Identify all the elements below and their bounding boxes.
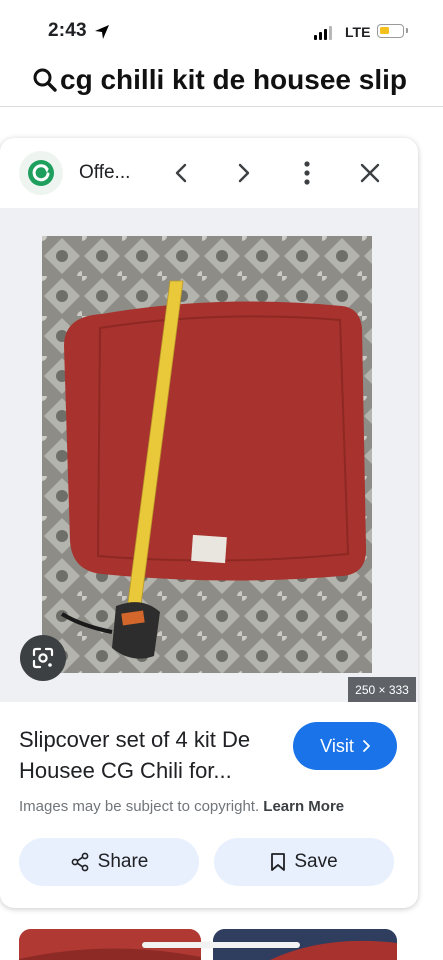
search-bar[interactable]: cg chilli kit de housee slip [0,58,443,106]
card-header: Offe... [0,138,418,208]
save-label: Save [294,851,338,872]
signal-icon [314,26,332,40]
share-icon [71,852,89,872]
chevron-right-small-icon [362,740,370,752]
visit-button[interactable]: Visit [293,722,397,770]
search-icon [32,67,58,98]
visit-label: Visit [320,735,354,756]
chevron-left-icon[interactable] [166,158,196,188]
more-vert-icon[interactable] [292,158,322,188]
image-preview-area: 250 × 333 [0,208,418,702]
image-result-card: Offe... 250 × 333 Slipcover set of 4 kit… [0,138,418,908]
home-indicator[interactable] [142,942,300,948]
site-logo-icon[interactable] [19,151,63,195]
image-dimensions-badge: 250 × 333 [348,677,416,702]
copyright-notice: Images may be subject to copyright. Lear… [19,798,344,815]
network-label: LTE [345,24,371,40]
copyright-text: Images may be subject to copyright. [19,798,260,815]
search-divider [0,106,443,107]
result-title[interactable]: Slipcover set of 4 kit De Housee CG Chil… [19,724,289,786]
close-icon[interactable] [355,158,385,188]
bookmark-icon [271,853,286,871]
learn-more-link[interactable]: Learn More [263,798,344,815]
location-arrow-icon [94,24,110,45]
product-image[interactable] [42,236,372,673]
chevron-right-icon[interactable] [229,158,259,188]
save-button[interactable]: Save [214,838,394,886]
share-label: Share [97,851,149,872]
status-time: 2:43 [48,20,87,41]
site-name[interactable]: Offe... [79,162,130,184]
google-lens-icon[interactable] [20,635,66,681]
share-button[interactable]: Share [19,838,199,886]
status-bar: 2:43 LTE [0,0,443,62]
battery-icon [377,24,408,38]
search-query[interactable]: cg chilli kit de housee slip [60,64,407,96]
